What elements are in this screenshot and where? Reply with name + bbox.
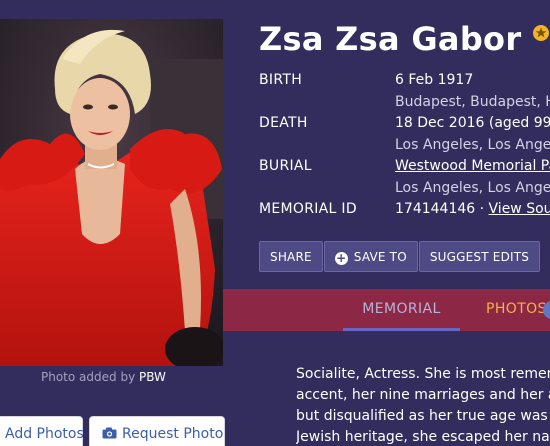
burial-link[interactable]: Westwood Memorial Park (395, 158, 550, 174)
tab-memorial-label: MEMORIAL (362, 301, 441, 317)
birth-date: 6 Feb 1917 (395, 72, 474, 88)
tab-photos[interactable]: PHOTOS (486, 289, 547, 331)
photo-credit-prefix: Photo added by (41, 370, 136, 384)
bio-line: accent, her nine marriages and her attem (296, 387, 550, 403)
add-photos-button[interactable]: Add Photos (0, 416, 84, 446)
bio-line: but disqualified as her true age was not… (296, 408, 550, 424)
person-name: Zsa Zsa Gabor (259, 20, 522, 58)
bio-text: Socialite, Actress. She is most remember… (296, 364, 550, 446)
memorial-id-row: 174144146 · View Source (395, 201, 550, 217)
add-photos-label: Add Photos (5, 426, 84, 442)
share-button[interactable]: SHARE (259, 241, 323, 272)
save-to-label: SAVE TO (353, 250, 407, 264)
share-label: SHARE (270, 250, 312, 264)
tab-photos-label: PHOTOS (486, 301, 547, 317)
photo-credit-user[interactable]: PBW (139, 370, 166, 384)
suggest-edits-button[interactable]: SUGGEST EDITS (418, 241, 541, 272)
memorial-photo[interactable] (0, 19, 223, 366)
camera-icon (102, 427, 117, 439)
memorial-id-value: 174144146 · (395, 201, 485, 217)
request-photo-label: Request Photo (122, 426, 224, 442)
burial-place: Los Angeles, Los Angeles (395, 180, 550, 196)
memorial-id-label: MEMORIAL ID (259, 201, 357, 217)
request-photo-button[interactable]: Request Photo (89, 416, 225, 446)
portrait-image (0, 19, 223, 366)
tab-bar: MEMORIAL PHOTOS (223, 289, 550, 331)
death-label: DEATH (259, 115, 308, 131)
burial-label: BURIAL (259, 158, 312, 174)
action-bar: SHARE + SAVE TO SUGGEST EDITS (259, 241, 541, 272)
birth-place: Budapest, Budapest, Hun (395, 94, 550, 110)
birth-label: BIRTH (259, 72, 303, 88)
view-source-link[interactable]: View Source (489, 201, 550, 217)
suggest-edits-label: SUGGEST EDITS (429, 250, 530, 264)
memorial-header: Zsa Zsa Gabor (259, 20, 549, 58)
famous-star-icon[interactable] (532, 25, 549, 45)
save-to-button[interactable]: + SAVE TO (323, 241, 418, 272)
bio-line: Socialite, Actress. She is most remember… (296, 366, 550, 382)
death-place: Los Angeles, Los Angeles (395, 137, 550, 153)
tab-memorial[interactable]: MEMORIAL (343, 289, 460, 331)
plus-circle-icon: + (334, 251, 348, 265)
bio-line: Jewish heritage, she escaped her native … (296, 429, 550, 445)
burial-name[interactable]: Westwood Memorial Park (395, 158, 550, 174)
death-date: 18 Dec 2016 (aged 99) (395, 115, 550, 131)
photo-credit: Photo added by PBW (41, 370, 166, 384)
